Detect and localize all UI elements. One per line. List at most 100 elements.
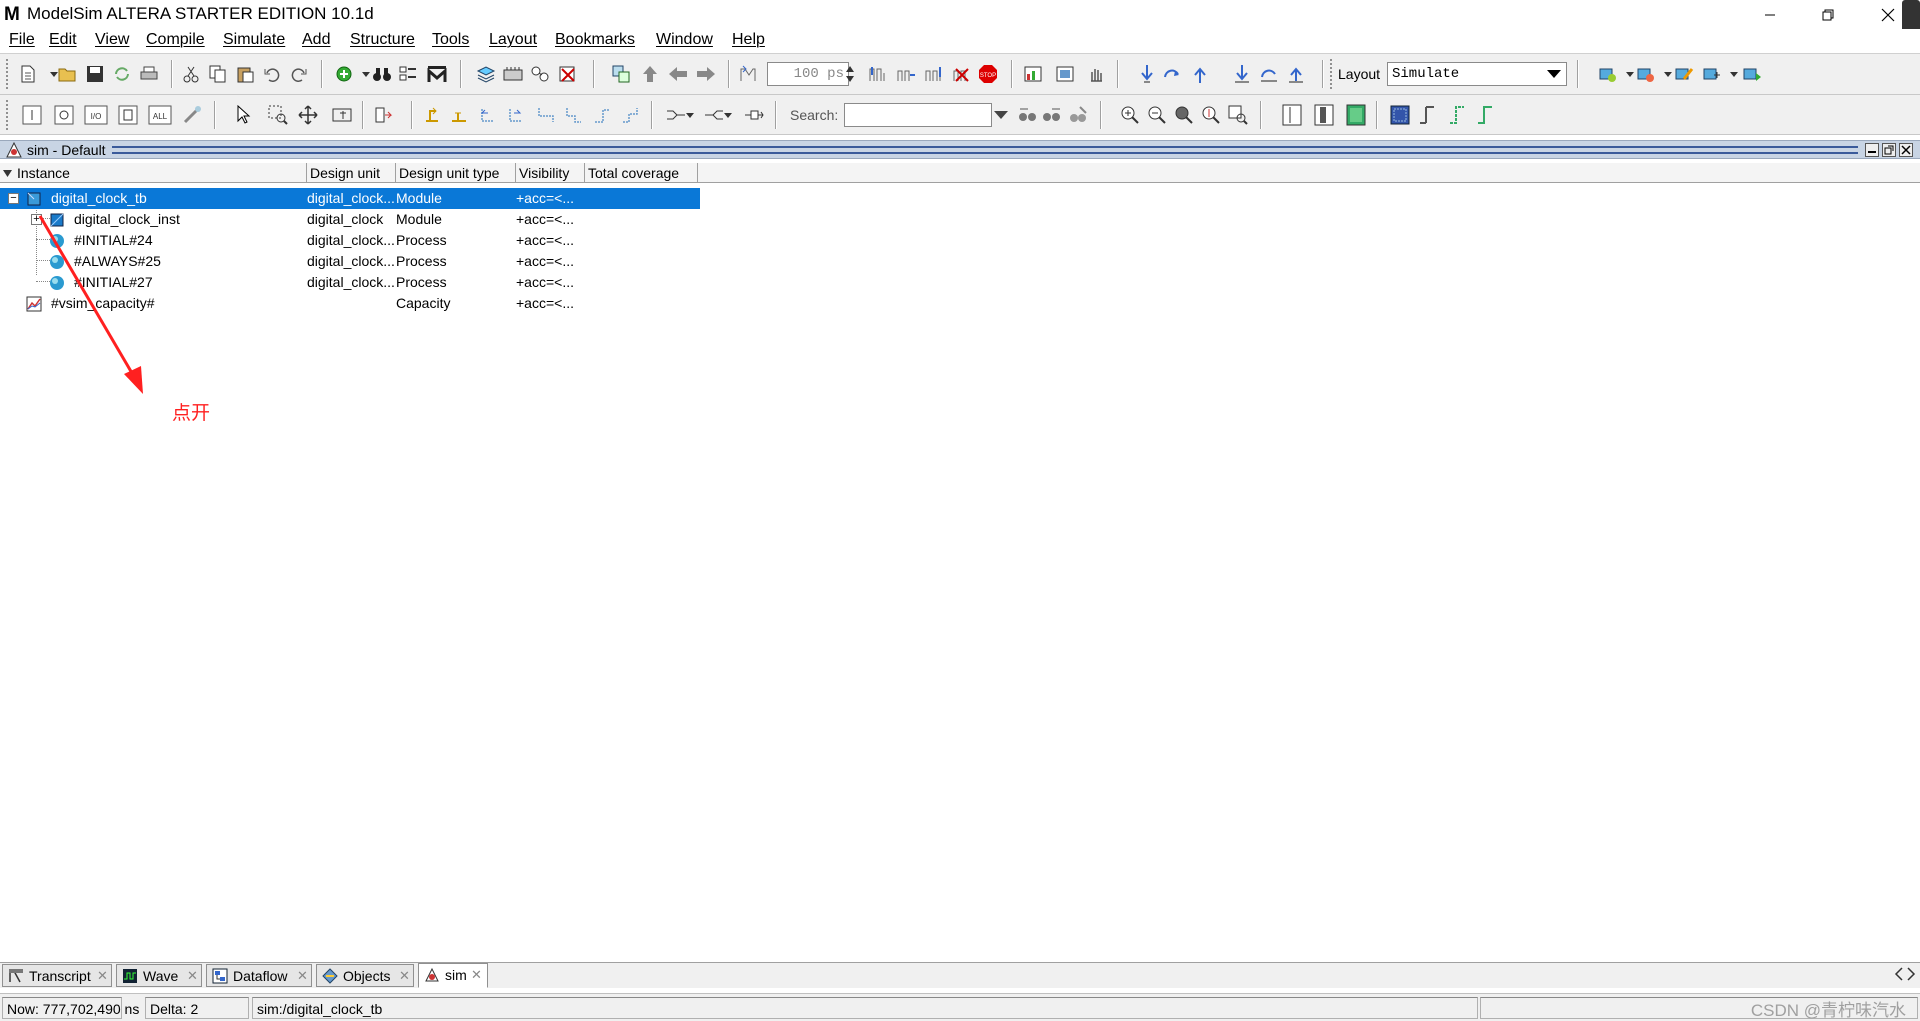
expand-net-dropdown-button[interactable]: [684, 103, 696, 127]
tab-objects[interactable]: Objects ✕: [316, 964, 414, 987]
tab-close-icon[interactable]: ✕: [471, 964, 482, 986]
copy-button[interactable]: [206, 62, 230, 86]
lock-cursor-button[interactable]: [1344, 103, 1368, 127]
pane-close-button[interactable]: [1899, 143, 1913, 157]
select-mode-button[interactable]: [232, 103, 256, 127]
forward-button[interactable]: [694, 62, 718, 86]
toolbar-grip[interactable]: [1330, 59, 1334, 89]
tab-scroll-right-button[interactable]: [1906, 967, 1918, 985]
menu-add[interactable]: Add: [302, 31, 330, 49]
toolbar-grip[interactable]: [6, 100, 10, 130]
column-design-unit[interactable]: Design unit: [307, 163, 396, 183]
filter-input-button[interactable]: [20, 103, 44, 127]
coverage-button[interactable]: [1596, 62, 1620, 86]
reload-button[interactable]: [110, 62, 134, 86]
search-next-button[interactable]: [1040, 103, 1064, 127]
add-item-button[interactable]: [332, 62, 356, 86]
trace-selected-button[interactable]: [742, 103, 766, 127]
dataflow-button[interactable]: [610, 62, 634, 86]
tab-wave[interactable]: Wave ✕: [116, 964, 202, 987]
menu-simulate[interactable]: Simulate: [223, 31, 285, 49]
menu-file[interactable]: File: [9, 31, 35, 49]
compile-button[interactable]: [474, 62, 498, 86]
zoom-out-button[interactable]: [1145, 103, 1169, 127]
continue-run-button[interactable]: [894, 62, 918, 86]
up-button[interactable]: [638, 62, 662, 86]
trace-forward-button[interactable]: [504, 103, 528, 127]
back-button[interactable]: [666, 62, 690, 86]
coverage-save-button[interactable]: [1740, 62, 1764, 86]
break-button[interactable]: [556, 62, 580, 86]
stop-button[interactable]: STOP: [976, 62, 1000, 86]
open-button[interactable]: [56, 62, 80, 86]
pane-undock-button[interactable]: [1882, 143, 1896, 157]
tab-transcript[interactable]: Transcript ✕: [2, 964, 112, 987]
prev-edge-button[interactable]: [1416, 103, 1440, 127]
menu-bookmarks[interactable]: Bookmarks: [555, 31, 635, 49]
column-design-unit-type[interactable]: Design unit type: [396, 163, 516, 183]
menu-structure[interactable]: Structure: [350, 31, 415, 49]
menu-help[interactable]: Help: [732, 31, 765, 49]
restore-button[interactable]: [1800, 0, 1856, 29]
zoom-region-button[interactable]: [1226, 103, 1250, 127]
zoom-full-button[interactable]: [1172, 103, 1196, 127]
zoom-cursor-button[interactable]: [1199, 103, 1223, 127]
search-prev-button[interactable]: [1016, 103, 1040, 127]
trace-x-button[interactable]: [534, 103, 558, 127]
trace-back-button[interactable]: [476, 103, 500, 127]
trace-next-button[interactable]: [448, 103, 472, 127]
next-falling-edge-button[interactable]: [1472, 103, 1496, 127]
redo-button[interactable]: [287, 62, 311, 86]
filter-all-button[interactable]: ALL: [148, 103, 172, 127]
tab-close-icon[interactable]: ✕: [399, 965, 410, 987]
pane-minimize-button[interactable]: [1865, 143, 1879, 157]
menu-view[interactable]: View: [95, 31, 129, 49]
run-all-button[interactable]: [922, 62, 946, 86]
tab-close-icon[interactable]: ✕: [297, 965, 308, 987]
pan-mode-button[interactable]: [296, 103, 320, 127]
edge-find-button[interactable]: [1388, 103, 1412, 127]
step-out-all-button[interactable]: [1284, 62, 1308, 86]
insert-cursor-button[interactable]: [1280, 103, 1304, 127]
break-run-button[interactable]: [950, 62, 974, 86]
menu-tools[interactable]: Tools: [432, 31, 469, 49]
layout-dropdown-button[interactable]: [1543, 63, 1565, 85]
coverage-merge-button[interactable]: [1700, 62, 1724, 86]
new-file-button[interactable]: [16, 62, 40, 86]
zoom-mode-button[interactable]: [266, 103, 290, 127]
expand-net-right-dropdown-button[interactable]: [722, 103, 734, 127]
find-button[interactable]: [370, 62, 394, 86]
menu-compile[interactable]: Compile: [146, 31, 205, 49]
menu-edit[interactable]: Edit: [49, 31, 77, 49]
performance-button[interactable]: [1022, 62, 1046, 86]
trace-up-button[interactable]: [590, 103, 614, 127]
trace-down-button[interactable]: [618, 103, 642, 127]
tab-close-icon[interactable]: ✕: [97, 965, 108, 987]
step-into-button[interactable]: [1135, 62, 1159, 86]
run-button[interactable]: [866, 62, 890, 86]
filter-inout-button[interactable]: I/O: [84, 103, 108, 127]
minimize-button[interactable]: [1742, 0, 1798, 29]
modelsim-button[interactable]: [425, 62, 449, 86]
run-length-input[interactable]: 100 ps: [767, 62, 849, 86]
memory-button[interactable]: [1054, 62, 1078, 86]
simulate-button[interactable]: [528, 62, 552, 86]
tab-dataflow[interactable]: Dataflow ✕: [206, 964, 312, 987]
print-button[interactable]: [137, 62, 161, 86]
wire-tool-button[interactable]: [180, 103, 204, 127]
tab-scroll-left-button[interactable]: [1894, 967, 1906, 985]
delete-cursor-button[interactable]: [1312, 103, 1336, 127]
coverage-exclude-button[interactable]: [1634, 62, 1658, 86]
search-dropdown-button[interactable]: [990, 104, 1012, 126]
filter-internal-button[interactable]: [116, 103, 140, 127]
column-menu-icon[interactable]: [3, 169, 12, 178]
filter-output-button[interactable]: [52, 103, 76, 127]
stroke-mode-button[interactable]: [330, 103, 354, 127]
run-length-spinner[interactable]: [843, 62, 857, 86]
layout-select[interactable]: Simulate: [1387, 62, 1567, 86]
tab-sim[interactable]: sim ✕: [418, 963, 488, 988]
column-visibility[interactable]: Visibility: [516, 163, 585, 183]
zoom-in-button[interactable]: [1118, 103, 1142, 127]
tab-close-icon[interactable]: ✕: [187, 965, 198, 987]
save-button[interactable]: [83, 62, 107, 86]
